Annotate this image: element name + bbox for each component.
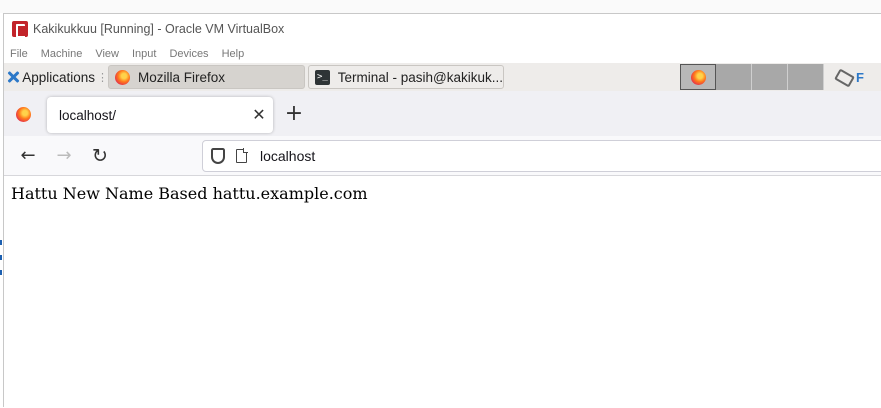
workspace-switcher: [680, 64, 824, 90]
page-info-icon[interactable]: [236, 148, 248, 163]
menu-file[interactable]: File: [10, 48, 28, 60]
firefox-icon: [690, 69, 706, 85]
page-body-text: Hattu New Name Based hattu.example.com: [11, 184, 368, 203]
back-arrow-icon[interactable]: ←: [16, 145, 40, 167]
panel-separator-icon: ⋮: [97, 71, 108, 84]
taskbar-button-firefox[interactable]: Mozilla Firefox: [108, 65, 305, 89]
desktop-edge-marks: [0, 240, 2, 300]
applications-label: Applications: [22, 69, 95, 85]
usb-plug-icon[interactable]: [834, 70, 852, 84]
page-content: Hattu New Name Based hattu.example.com: [4, 176, 881, 408]
tray-label[interactable]: F: [856, 70, 864, 85]
taskbar-button-label: Terminal - pasih@kakikuk...: [337, 69, 503, 85]
vbox-titlebar[interactable]: Kakikukkuu [Running] - Oracle VM Virtual…: [4, 14, 881, 44]
tab-localhost[interactable]: localhost/ ✕: [47, 97, 273, 133]
new-tab-button[interactable]: +: [282, 102, 306, 126]
menu-machine[interactable]: Machine: [41, 48, 83, 60]
workspace-2[interactable]: [716, 64, 752, 90]
menu-input[interactable]: Input: [132, 48, 156, 60]
workspace-1[interactable]: [680, 64, 716, 90]
workspace-4[interactable]: [788, 64, 824, 90]
reload-icon[interactable]: ↻: [88, 145, 112, 167]
taskbar-button-terminal[interactable]: >_ Terminal - pasih@kakikuk...: [308, 65, 504, 89]
xfce-top-panel: Applications ⋮ Mozilla Firefox >_ Termin…: [4, 63, 881, 91]
desktop-background-strip: [0, 0, 881, 13]
workspace-3[interactable]: [752, 64, 788, 90]
firefox-view-icon[interactable]: [16, 107, 31, 122]
firefox-nav-bar: ← → ↻ localhost: [4, 136, 881, 176]
virtualbox-window: Kakikukkuu [Running] - Oracle VM Virtual…: [3, 13, 881, 408]
applications-menu-button[interactable]: Applications ⋮: [4, 63, 108, 91]
menu-help[interactable]: Help: [222, 48, 245, 60]
tracking-shield-icon[interactable]: [211, 148, 225, 164]
vbox-menubar: File Machine View Input Devices Help: [4, 45, 881, 63]
url-input[interactable]: localhost: [260, 148, 315, 164]
taskbar-button-label: Mozilla Firefox: [138, 69, 226, 85]
menu-view[interactable]: View: [95, 48, 119, 60]
virtualbox-logo-icon: [12, 21, 28, 38]
menu-devices[interactable]: Devices: [169, 48, 208, 60]
terminal-icon: >_: [315, 69, 330, 85]
firefox-icon: [115, 69, 130, 85]
close-tab-icon[interactable]: ✕: [247, 105, 271, 125]
forward-arrow-icon[interactable]: →: [52, 145, 76, 167]
xfce-logo-icon: [7, 71, 18, 83]
vbox-window-title: Kakikukkuu [Running] - Oracle VM Virtual…: [33, 22, 285, 36]
url-bar[interactable]: localhost: [202, 140, 881, 172]
tab-title: localhost/: [59, 107, 117, 123]
